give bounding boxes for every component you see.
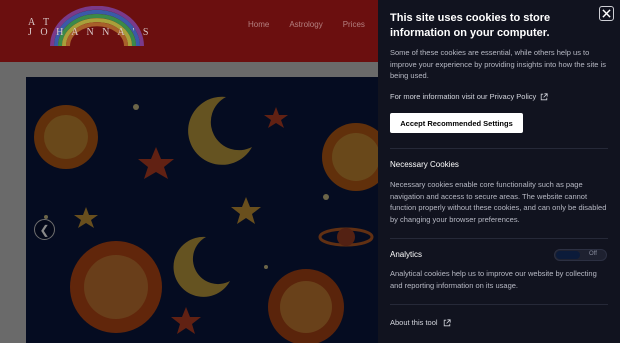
hero-dim-overlay xyxy=(26,77,386,343)
external-link-icon xyxy=(443,318,451,326)
carousel-prev-button[interactable]: ❮ xyxy=(34,219,55,240)
cookie-consent-panel: This site uses cookies to store informat… xyxy=(378,0,620,343)
logo-text: A T J O H A N N A ' S xyxy=(28,18,151,38)
nav-astrology[interactable]: Astrology xyxy=(289,20,322,29)
about-tool-text: About this tool xyxy=(390,318,438,327)
close-button[interactable] xyxy=(599,6,614,21)
analytics-title: Analytics xyxy=(390,250,423,259)
nav-home[interactable]: Home xyxy=(248,20,269,29)
main-nav: Home Astrology Prices xyxy=(248,20,365,29)
close-icon xyxy=(602,9,611,18)
external-link-icon xyxy=(541,92,548,100)
divider xyxy=(390,238,608,239)
necessary-cookies-text: Necessary cookies enable core functional… xyxy=(390,180,607,224)
cookie-intro-text: Some of these cookies are essential, whi… xyxy=(390,48,606,80)
toggle-knob xyxy=(556,251,580,259)
privacy-policy-link[interactable]: For more information visit our Privacy P… xyxy=(390,92,548,101)
logo-text-line2: J O H A N N A ' S xyxy=(28,27,152,38)
divider xyxy=(390,304,608,305)
analytics-text: Analytical cookies help us to improve ou… xyxy=(390,269,597,290)
toggle-state-label: Off xyxy=(589,251,597,257)
accept-recommended-button[interactable]: Accept Recommended Settings xyxy=(390,113,523,133)
hero-image xyxy=(26,77,386,343)
necessary-cookies-title: Necessary Cookies xyxy=(390,160,459,169)
divider xyxy=(390,148,608,149)
about-tool-link[interactable]: About this tool xyxy=(390,318,451,327)
chevron-left-icon: ❮ xyxy=(39,222,50,237)
privacy-policy-text: For more information visit our Privacy P… xyxy=(390,92,537,101)
analytics-toggle[interactable]: Off xyxy=(554,249,607,261)
cookie-panel-title: This site uses cookies to store informat… xyxy=(390,12,551,39)
nav-prices[interactable]: Prices xyxy=(343,20,365,29)
